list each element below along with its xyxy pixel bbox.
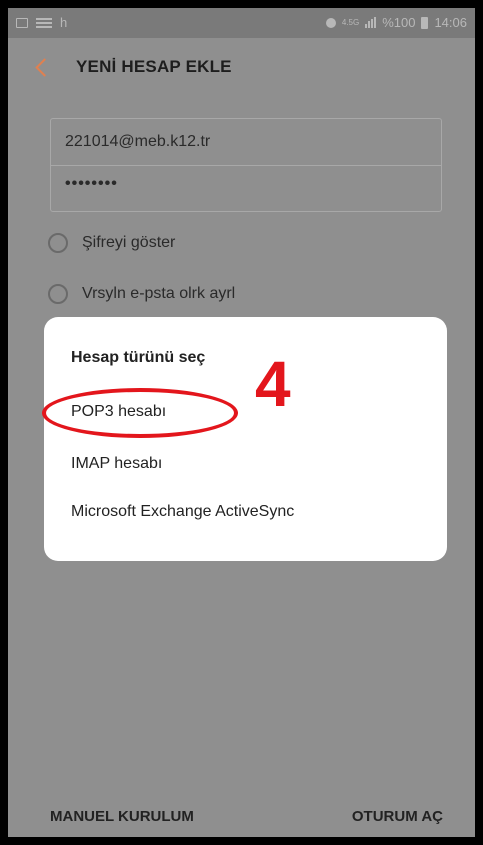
dialog-title: Hesap türünü seç xyxy=(71,349,206,366)
bottom-bar: MANUEL KURULUM OTURUM AÇ xyxy=(8,788,475,837)
step-number: 4 xyxy=(255,348,291,420)
sign-in-button[interactable]: OTURUM AÇ xyxy=(352,808,443,825)
imap-account-option[interactable]: IMAP hesabı xyxy=(71,455,162,473)
clock: 14:06 xyxy=(434,15,467,30)
status-bar: h 4.5G %100 14:06 xyxy=(8,8,475,38)
notification-icon xyxy=(36,21,52,24)
alarm-icon xyxy=(325,17,336,28)
carrier-text: h xyxy=(60,15,68,30)
exchange-account-option[interactable]: Microsoft Exchange ActiveSync xyxy=(71,503,294,521)
login-form: 221014@meb.k12.tr •••••••• xyxy=(50,118,442,212)
default-email-option[interactable]: Vrsyln e-psta olrk ayrl xyxy=(48,284,235,304)
email-value: 221014@meb.k12.tr xyxy=(65,133,211,150)
account-type-dialog: Hesap türünü seç POP3 hesabı IMAP hesabı… xyxy=(44,317,447,561)
password-value: •••••••• xyxy=(65,175,118,192)
radio-icon[interactable] xyxy=(48,284,68,304)
show-password-label: Şifreyi göster xyxy=(82,234,176,251)
manual-setup-button[interactable]: MANUEL KURULUM xyxy=(50,808,194,825)
signal-icon xyxy=(365,17,377,28)
highlight-circle xyxy=(42,388,238,438)
network-badge: 4.5G xyxy=(341,17,360,27)
battery-percent: %100 xyxy=(382,15,416,30)
radio-icon[interactable] xyxy=(48,233,68,253)
image-icon xyxy=(16,17,28,28)
battery-icon xyxy=(421,16,429,29)
password-field[interactable]: •••••••• xyxy=(51,165,441,211)
email-field[interactable]: 221014@meb.k12.tr xyxy=(51,119,441,166)
page-title: YENİ HESAP EKLE xyxy=(76,57,232,76)
show-password-option[interactable]: Şifreyi göster xyxy=(48,233,175,253)
app-bar: YENİ HESAP EKLE xyxy=(8,38,475,98)
back-arrow-icon[interactable] xyxy=(35,58,54,77)
default-email-label: Vrsyln e-psta olrk ayrl xyxy=(82,285,236,302)
status-right: 4.5G %100 14:06 xyxy=(325,15,467,30)
status-left: h xyxy=(16,15,67,30)
phone-screen: h 4.5G %100 14:06 YENİ HESAP EKLE 221014… xyxy=(8,8,475,837)
